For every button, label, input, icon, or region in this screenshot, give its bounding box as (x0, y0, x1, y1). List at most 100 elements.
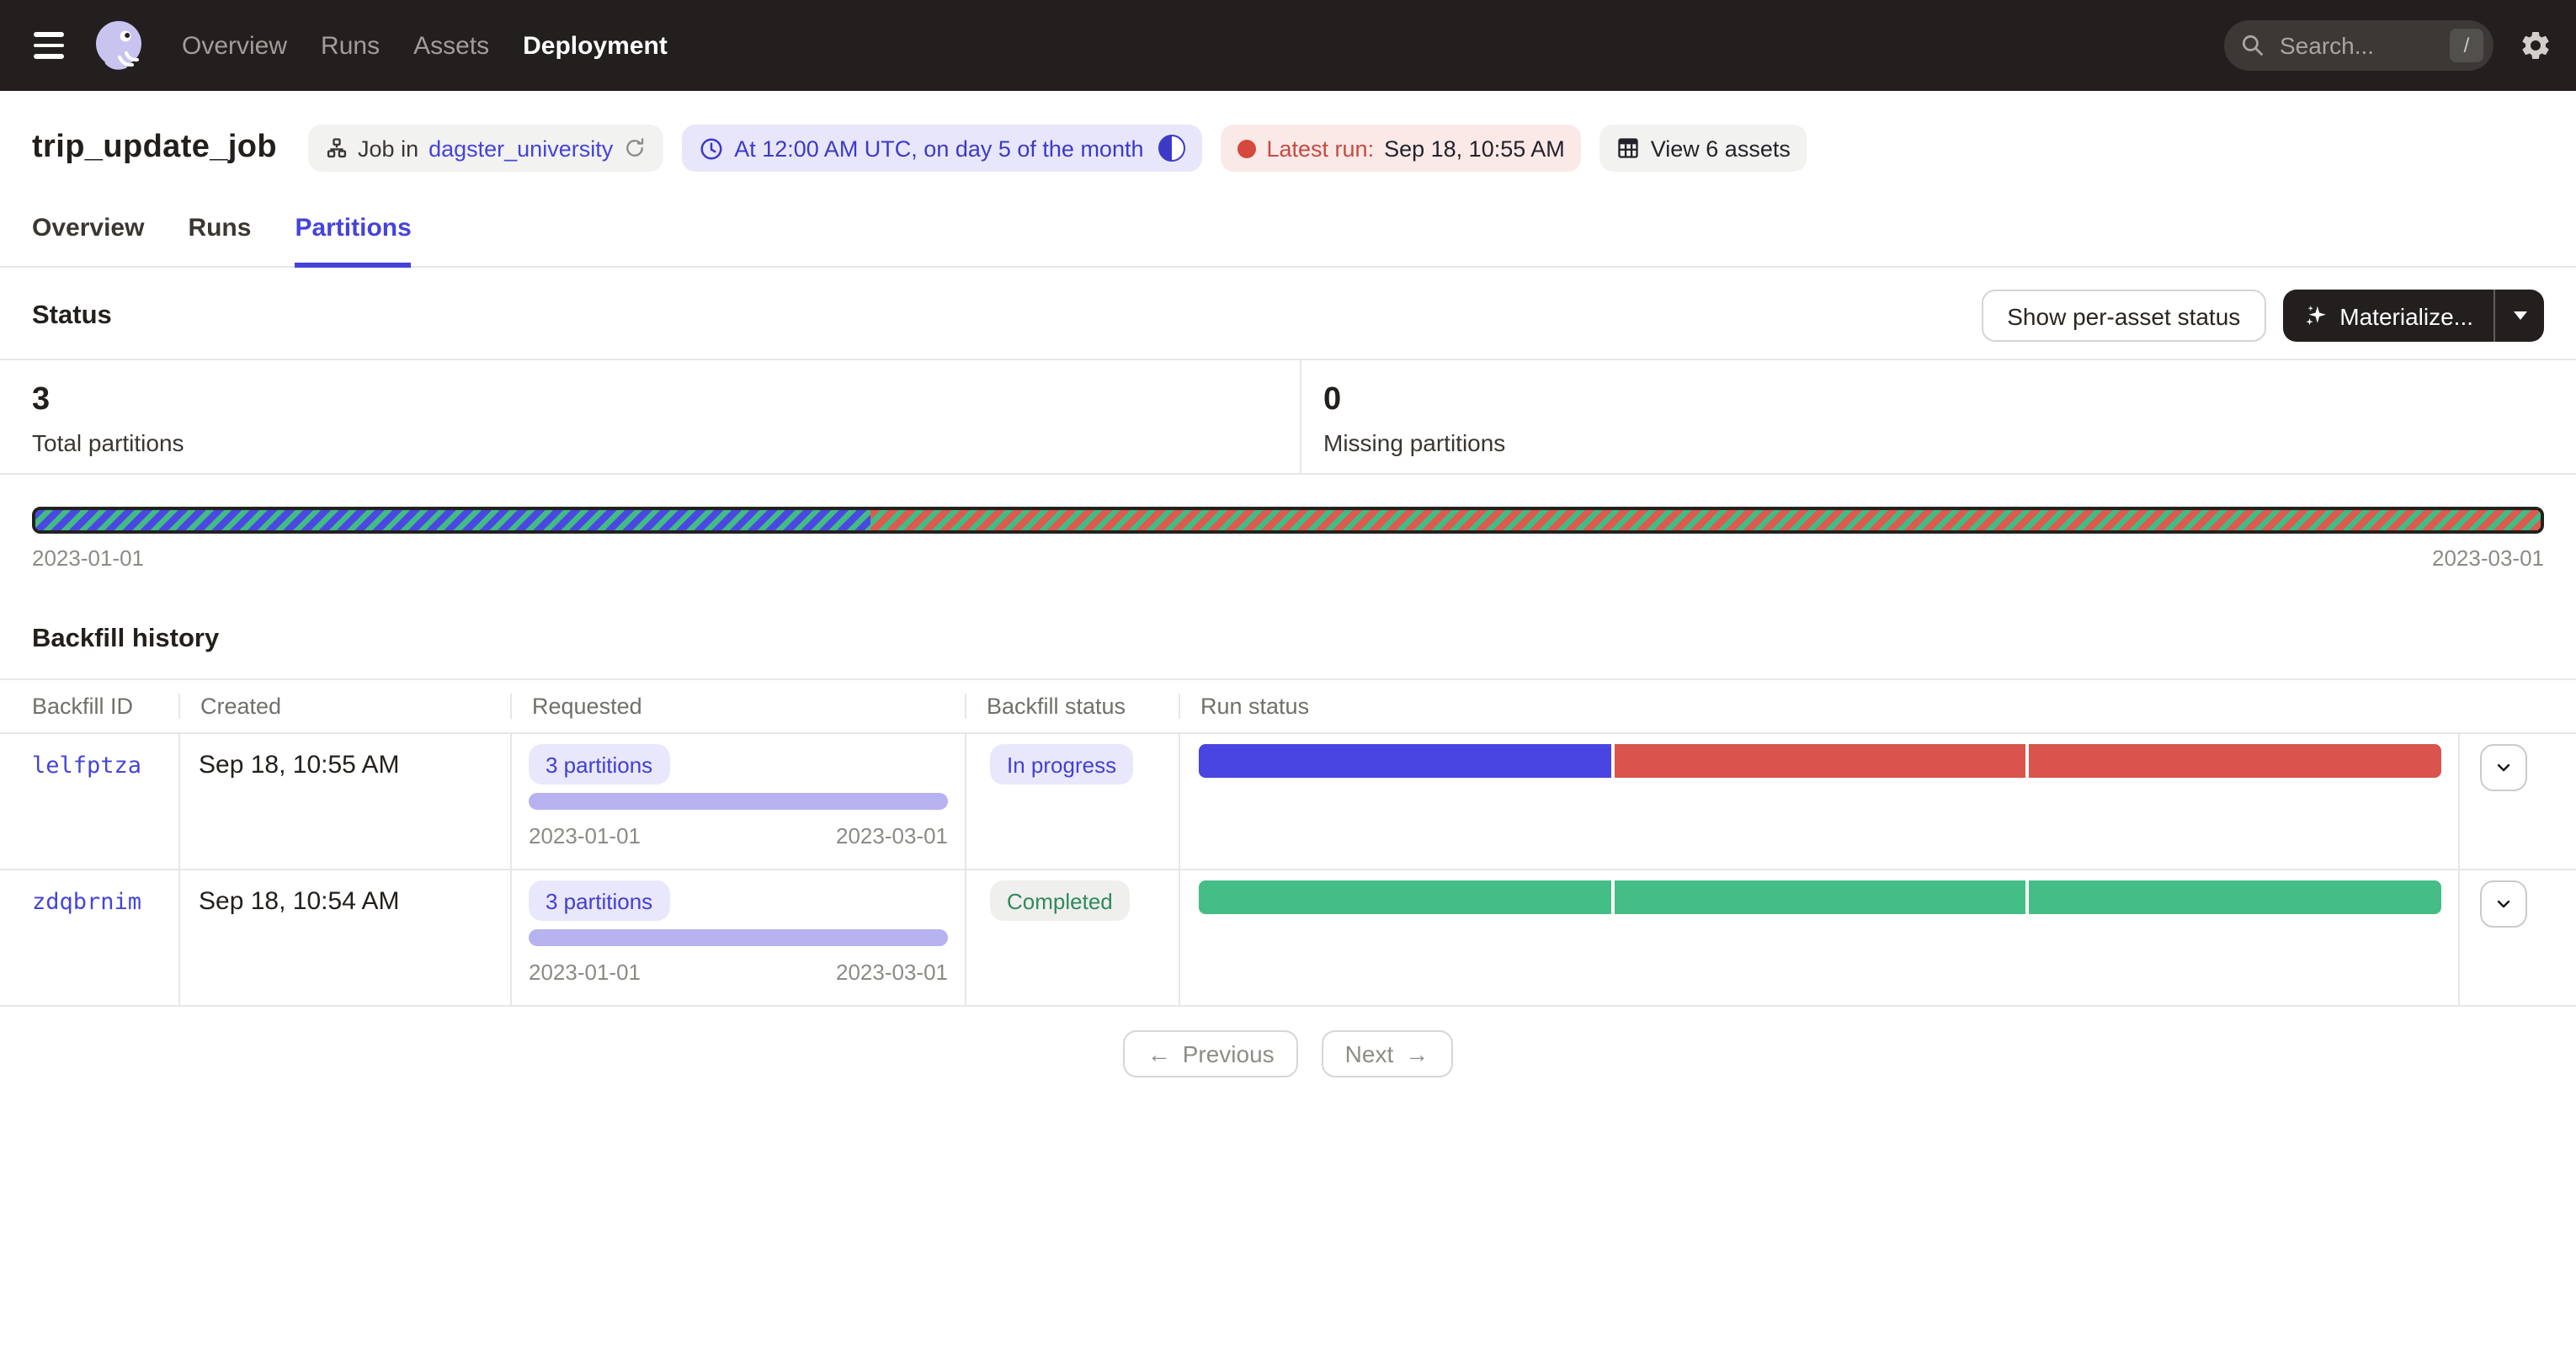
pagination: ← Previous Next → (0, 1030, 2576, 1077)
stat-total-partitions: 3 Total partitions (0, 360, 1300, 473)
requested-range-labels: 2023-01-01 2023-03-01 (529, 823, 948, 848)
previous-page-button[interactable]: ← Previous (1124, 1030, 1298, 1077)
primary-nav: Overview Runs Assets Deployment (178, 24, 671, 66)
chevron-down-icon (2494, 758, 2514, 778)
run-status-cell (1179, 870, 2458, 1005)
status-badge: Completed (990, 880, 1130, 921)
latest-run-label: Latest run: (1267, 136, 1375, 161)
col-backfill-id: Backfill ID (0, 694, 178, 719)
search-shortcut-badge: / (2450, 29, 2483, 62)
backfill-table-header: Backfill ID Created Requested Backfill s… (0, 678, 2576, 734)
tab-runs[interactable]: Runs (188, 214, 251, 266)
nav-item-overview[interactable]: Overview (178, 24, 290, 66)
run-segment-failed[interactable] (1614, 744, 2025, 778)
show-per-asset-status-button[interactable]: Show per-asset status (1982, 290, 2265, 342)
search-input[interactable] (2276, 30, 2428, 61)
run-segment-failed[interactable] (2030, 744, 2441, 778)
timeline-end-label: 2023-03-01 (2432, 545, 2544, 571)
partitions-count-pill[interactable]: 3 partitions (529, 744, 669, 785)
job-location-pill: Job in dagster_university (307, 125, 663, 172)
materialize-button[interactable]: Materialize... (2282, 290, 2494, 342)
backfill-id-link[interactable]: lelfptza (32, 753, 141, 779)
gear-icon[interactable] (2519, 29, 2552, 62)
status-section-header: Status Show per-asset status Materialize… (0, 290, 2576, 342)
partitions-count-pill[interactable]: 3 partitions (529, 880, 669, 921)
stat-missing-partitions: 0 Missing partitions (1300, 360, 2576, 473)
page-title: trip_update_job (32, 130, 277, 167)
created-cell: Sep 18, 10:55 AM (178, 734, 510, 869)
status-badge: In progress (990, 744, 1133, 785)
status-heading: Status (32, 301, 112, 331)
col-requested: Requested (510, 694, 965, 719)
backfill-id-link[interactable]: zdqbrnim (32, 889, 141, 916)
requested-range-labels: 2023-01-01 2023-03-01 (529, 960, 948, 985)
chevron-down-icon (2513, 311, 2526, 320)
schedule-text: At 12:00 AM UTC, on day 5 of the month (734, 136, 1143, 161)
schedule-pill: At 12:00 AM UTC, on day 5 of the month (682, 125, 1202, 172)
run-segment-success[interactable] (1614, 880, 2025, 914)
global-search[interactable]: / (2224, 20, 2494, 71)
partition-status-bar[interactable] (32, 507, 2544, 534)
missing-partitions-value: 0 (1323, 384, 2576, 416)
created-cell: Sep 18, 10:54 AM (178, 870, 510, 1005)
job-header: trip_update_job Job in dagster_universit… (32, 125, 2544, 172)
run-status-bar[interactable] (1199, 880, 2441, 914)
job-tabs: Overview Runs Partitions (0, 214, 2576, 268)
backfill-id-cell: lelfptza (0, 734, 178, 869)
next-page-button[interactable]: Next → (1322, 1030, 1453, 1077)
app-viewport: Overview Runs Assets Deployment / trip_u… (0, 0, 2576, 1367)
run-status-bar[interactable] (1199, 744, 2441, 778)
tab-partitions[interactable]: Partitions (295, 214, 411, 266)
nav-item-assets[interactable]: Assets (410, 24, 492, 66)
total-partitions-value: 3 (32, 384, 1300, 416)
status-actions: Show per-asset status Materialize... (1982, 290, 2544, 342)
job-dag-icon (324, 136, 348, 160)
materialize-label: Materialize... (2339, 302, 2473, 329)
requested-range-bar (529, 929, 948, 946)
partition-timeline: 2023-01-01 2023-03-01 (32, 507, 2544, 571)
col-created: Created (178, 694, 510, 719)
latest-run-pill: Latest run: Sep 18, 10:55 AM (1221, 125, 1582, 172)
materialize-dropdown-button[interactable] (2495, 290, 2544, 342)
arrow-right-icon: → (1405, 1040, 1429, 1067)
timeline-segment-mixed-failed[interactable] (870, 510, 2541, 530)
run-status-cell (1179, 734, 2458, 869)
latest-run-time[interactable]: Sep 18, 10:55 AM (1384, 136, 1565, 161)
expand-cell (2458, 870, 2576, 1005)
materialize-split-button: Materialize... (2282, 290, 2544, 342)
backfill-id-cell: zdqbrnim (0, 870, 178, 1005)
expand-row-button[interactable] (2480, 744, 2527, 791)
job-location-label: Job in (358, 136, 418, 161)
nav-item-deployment[interactable]: Deployment (519, 24, 671, 66)
expand-cell (2458, 734, 2576, 869)
view-assets-label: View 6 assets (1651, 136, 1791, 161)
partition-stats: 3 Total partitions 0 Missing partitions (0, 359, 2576, 475)
search-icon (2241, 34, 2265, 57)
repo-link[interactable]: dagster_university (428, 136, 613, 161)
table-row: zdqbrnim Sep 18, 10:54 AM 3 partitions 2… (0, 870, 2576, 1007)
hamburger-menu-icon[interactable] (34, 33, 64, 59)
asset-table-icon (1617, 136, 1641, 160)
refresh-icon[interactable] (623, 136, 647, 160)
run-segment-success[interactable] (1199, 880, 1610, 914)
view-assets-pill[interactable]: View 6 assets (1600, 125, 1807, 172)
dagster-logo[interactable] (91, 18, 146, 73)
backfill-history-heading: Backfill history (32, 625, 2544, 655)
requested-range-bar (529, 793, 948, 810)
nav-item-runs[interactable]: Runs (317, 24, 383, 66)
table-row: lelfptza Sep 18, 10:55 AM 3 partitions 2… (0, 734, 2576, 870)
timeline-start-label: 2023-01-01 (32, 545, 144, 571)
run-segment-in-progress[interactable] (1199, 744, 1610, 778)
timeline-labels: 2023-01-01 2023-03-01 (32, 545, 2544, 571)
backfill-status-cell: In progress (965, 734, 1179, 869)
run-segment-success[interactable] (2030, 880, 2441, 914)
top-nav-bar: Overview Runs Assets Deployment / (0, 0, 2576, 91)
tab-overview[interactable]: Overview (32, 214, 144, 266)
run-status-dot (1238, 139, 1257, 157)
expand-row-button[interactable] (2480, 880, 2527, 928)
requested-cell: 3 partitions 2023-01-01 2023-03-01 (510, 870, 965, 1005)
col-backfill-status: Backfill status (965, 694, 1179, 719)
schedule-toggle[interactable] (1159, 135, 1186, 162)
timeline-segment-mixed-inprogress[interactable] (35, 510, 870, 530)
backfill-status-cell: Completed (965, 870, 1179, 1005)
